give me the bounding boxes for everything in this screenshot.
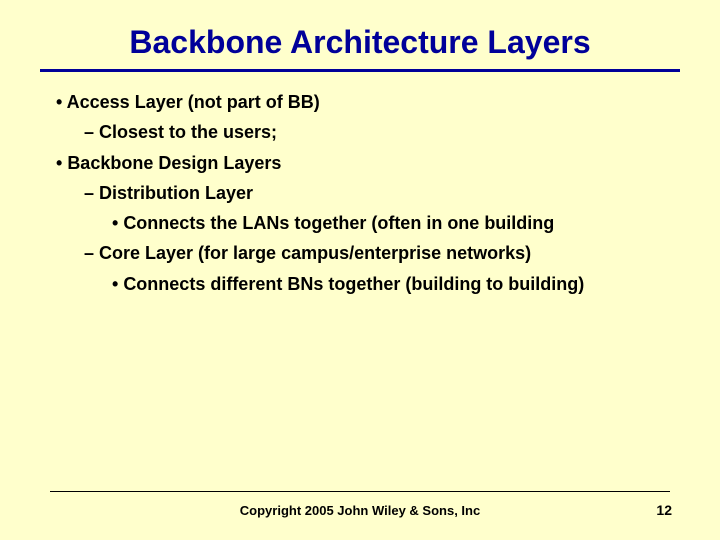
slide: Backbone Architecture Layers Access Laye…: [0, 0, 720, 540]
bullet-level1: Backbone Design Layers: [56, 151, 664, 175]
bullet-text: Backbone Design Layers: [67, 153, 281, 173]
page-number: 12: [656, 502, 672, 518]
slide-content: Access Layer (not part of BB) Closest to…: [0, 72, 720, 296]
bullet-level3: Connects the LANs together (often in one…: [112, 211, 664, 235]
copyright-text: Copyright 2005 John Wiley & Sons, Inc: [0, 503, 720, 518]
bullet-level2: Closest to the users;: [84, 120, 664, 144]
slide-title: Backbone Architecture Layers: [40, 24, 680, 61]
bullet-text: Connects the LANs together (often in one…: [123, 213, 554, 233]
bullet-text: Connects different BNs together (buildin…: [123, 274, 584, 294]
bullet-level2: Core Layer (for large campus/enterprise …: [84, 241, 664, 265]
bullet-text: Closest to the users;: [99, 122, 277, 142]
title-wrap: Backbone Architecture Layers: [0, 0, 720, 61]
bullet-text: Core Layer (for large campus/enterprise …: [99, 243, 531, 263]
bullet-level1: Access Layer (not part of BB): [56, 90, 664, 114]
footer: Copyright 2005 John Wiley & Sons, Inc 12: [0, 503, 720, 518]
bullet-level3: Connects different BNs together (buildin…: [112, 272, 664, 296]
bullet-text: Distribution Layer: [99, 183, 253, 203]
bullet-text: Access Layer (not part of BB): [67, 92, 320, 112]
footer-divider: [50, 491, 670, 492]
bullet-level2: Distribution Layer: [84, 181, 664, 205]
